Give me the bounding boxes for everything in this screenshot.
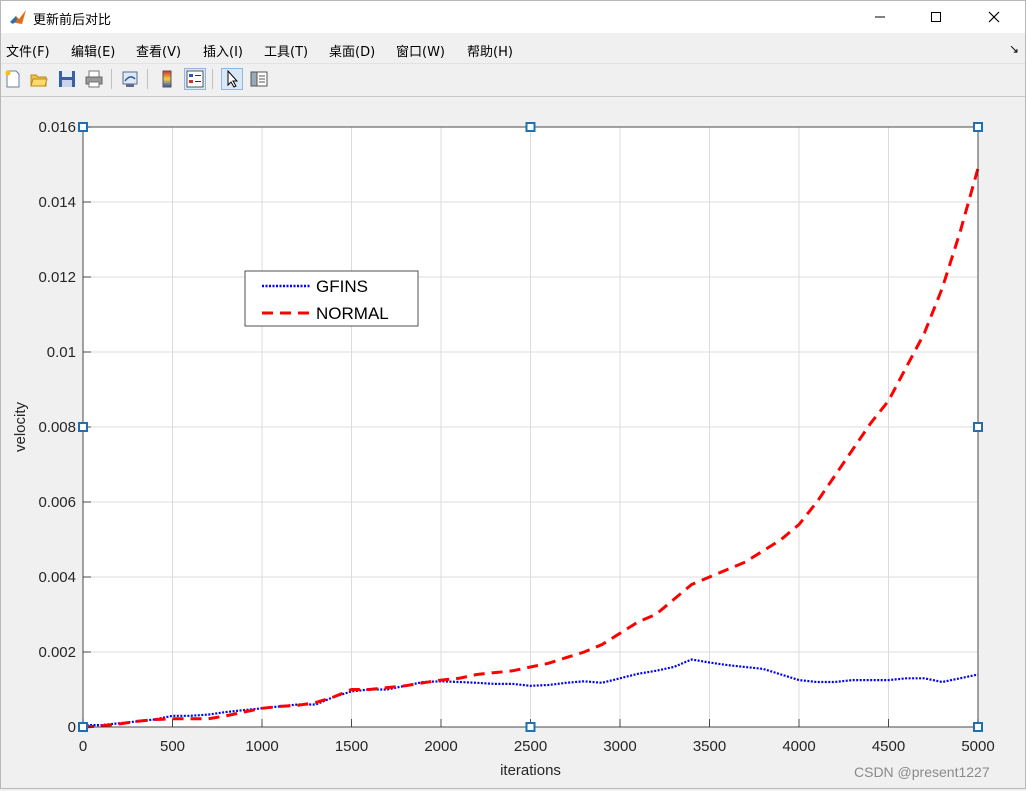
y-tick-label: 0.012 xyxy=(38,269,76,286)
x-tick-label: 1500 xyxy=(335,738,368,755)
figure-canvas: 0 500 1000 1500 2000 2500 3000 3500 4000 4500 5000… xyxy=(2,97,1024,787)
resize-handle[interactable] xyxy=(527,123,535,131)
y-tick-label: 0.016 xyxy=(38,119,76,136)
resize-handle[interactable] xyxy=(79,723,87,731)
y-tick-label: 0.01 xyxy=(47,344,76,361)
print-icon xyxy=(85,70,103,88)
resize-handle[interactable] xyxy=(79,123,87,131)
maximize-button[interactable] xyxy=(907,1,965,33)
edit-plot-icon xyxy=(223,70,241,88)
toolbar-separator xyxy=(111,69,112,89)
window-title: 更新前后对比 xyxy=(33,9,111,28)
toolbar-separator xyxy=(212,69,213,89)
figure-window: 更新前后对比 文件(F) 编辑(E) 查看(V) 插入(I) 工具(T) 桌面(… xyxy=(0,0,1026,789)
resize-handle[interactable] xyxy=(974,723,982,731)
y-tick-label: 0.014 xyxy=(38,194,76,211)
resize-handle[interactable] xyxy=(527,723,535,731)
property-inspector-icon xyxy=(250,70,268,88)
x-tick-label: 3000 xyxy=(603,738,636,755)
resize-handle[interactable] xyxy=(79,423,87,431)
x-tick-label: 500 xyxy=(160,738,185,755)
x-axis-label: iterations xyxy=(500,762,561,779)
x-tick-label: 4000 xyxy=(782,738,815,755)
menu-window[interactable]: 窗口(W) xyxy=(396,41,445,60)
close-icon xyxy=(988,11,1000,23)
watermark: CSDN @present1227 xyxy=(854,764,990,780)
y-tick-label: 0.008 xyxy=(38,419,76,436)
y-tick-label: 0.006 xyxy=(38,494,76,511)
legend-button[interactable] xyxy=(184,68,206,90)
figure-toolbar xyxy=(1,64,1025,97)
title-bar: 更新前后对比 xyxy=(1,1,1025,33)
menu-tools[interactable]: 工具(T) xyxy=(264,41,308,60)
x-tick-label: 1000 xyxy=(245,738,278,755)
legend-label-normal: NORMAL xyxy=(316,304,389,323)
toolbar-separator xyxy=(147,69,148,89)
edit-plot-button[interactable] xyxy=(221,68,243,90)
link-plot-button[interactable] xyxy=(119,68,141,90)
minimize-icon xyxy=(874,11,886,23)
y-tick-label: 0.002 xyxy=(38,644,76,661)
legend[interactable]: GFINS NORMAL xyxy=(245,271,418,326)
colorbar-button[interactable] xyxy=(156,68,178,90)
x-tick-label: 5000 xyxy=(961,738,994,755)
menu-help[interactable]: 帮助(H) xyxy=(467,41,513,60)
new-figure-icon xyxy=(4,70,22,88)
property-inspector-button[interactable] xyxy=(248,68,270,90)
menu-edit[interactable]: 编辑(E) xyxy=(71,41,115,60)
y-tick-label: 0 xyxy=(68,719,76,736)
x-tick-label: 4500 xyxy=(872,738,905,755)
menu-file[interactable]: 文件(F) xyxy=(6,41,50,60)
y-tick-label: 0.004 xyxy=(38,569,76,586)
resize-handle[interactable] xyxy=(974,423,982,431)
open-file-icon xyxy=(30,70,48,88)
x-tick-label: 2500 xyxy=(514,738,547,755)
colorbar-icon xyxy=(158,70,176,88)
new-figure-button[interactable] xyxy=(2,68,24,90)
close-button[interactable] xyxy=(965,1,1023,33)
resize-handle[interactable] xyxy=(974,123,982,131)
save-icon xyxy=(58,70,76,88)
x-tick-label: 3500 xyxy=(693,738,726,755)
x-tick-label: 0 xyxy=(79,738,87,755)
matlab-logo-icon xyxy=(9,8,27,26)
legend-label-gfins: GFINS xyxy=(316,277,368,296)
link-plot-icon xyxy=(121,70,139,88)
maximize-icon xyxy=(930,11,942,23)
x-tick-label: 2000 xyxy=(424,738,457,755)
open-file-button[interactable] xyxy=(28,68,50,90)
dock-arrow-icon[interactable]: ↘ xyxy=(1009,42,1019,56)
menu-insert[interactable]: 插入(I) xyxy=(203,41,243,60)
menu-view[interactable]: 查看(V) xyxy=(136,41,181,60)
print-button[interactable] xyxy=(83,68,105,90)
minimize-button[interactable] xyxy=(851,1,909,33)
menu-desktop[interactable]: 桌面(D) xyxy=(329,41,375,60)
plot-canvas[interactable]: 0 500 1000 1500 2000 2500 3000 3500 4000 4500 5000… xyxy=(2,97,1024,787)
legend-icon xyxy=(186,70,204,88)
menu-bar: 文件(F) 编辑(E) 查看(V) 插入(I) 工具(T) 桌面(D) 窗口(W… xyxy=(1,33,1025,64)
save-button[interactable] xyxy=(56,68,78,90)
y-axis-label: velocity xyxy=(12,401,29,452)
